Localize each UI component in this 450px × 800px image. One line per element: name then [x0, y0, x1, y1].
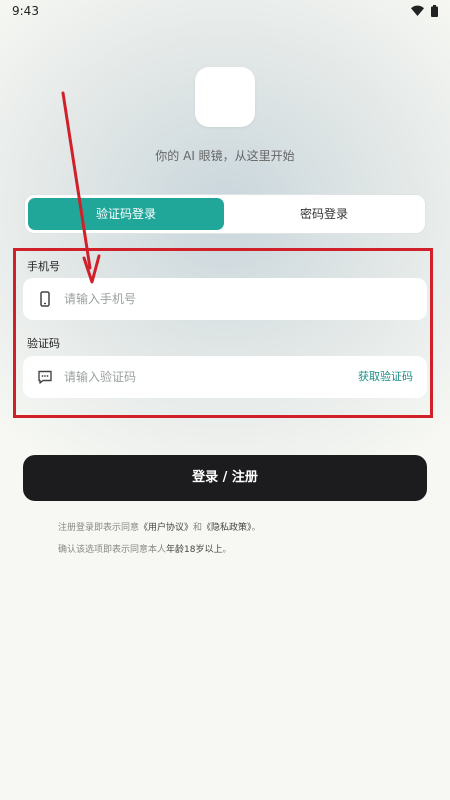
agreement-and: 和: [193, 523, 203, 533]
battery-icon: [431, 5, 438, 20]
age-text: 确认该选项即表示同意本人: [58, 545, 167, 555]
agreement-text: 注册登录即表示同意: [58, 523, 140, 533]
privacy-policy-link[interactable]: 《隐私政策》: [202, 523, 252, 533]
login-register-button[interactable]: 登录 / 注册: [23, 455, 427, 501]
status-time: 9:43: [12, 4, 39, 18]
age-suffix: 。: [222, 545, 232, 555]
wifi-icon: [411, 5, 424, 19]
user-agreement-link[interactable]: 《用户协议》: [139, 523, 193, 533]
login-method-tabs: 验证码登录 密码登录: [24, 194, 426, 234]
agreement-line-age: 确认该选项即表示同意本人年龄18岁以上。: [58, 542, 231, 555]
app-logo: [195, 67, 255, 127]
agreement-line-terms: 注册登录即表示同意《用户协议》和《隐私政策》。: [58, 520, 261, 533]
tab-password-login[interactable]: 密码登录: [226, 198, 422, 230]
age-emphasis: 年龄18岁以上: [166, 545, 223, 555]
annotation-highlight-box: [13, 248, 433, 418]
tagline: 你的 AI 眼镜，从这里开始: [155, 149, 295, 163]
status-bar: 9:43: [0, 0, 450, 22]
tab-code-login[interactable]: 验证码登录: [28, 198, 224, 230]
agreement-suffix: 。: [251, 523, 261, 533]
